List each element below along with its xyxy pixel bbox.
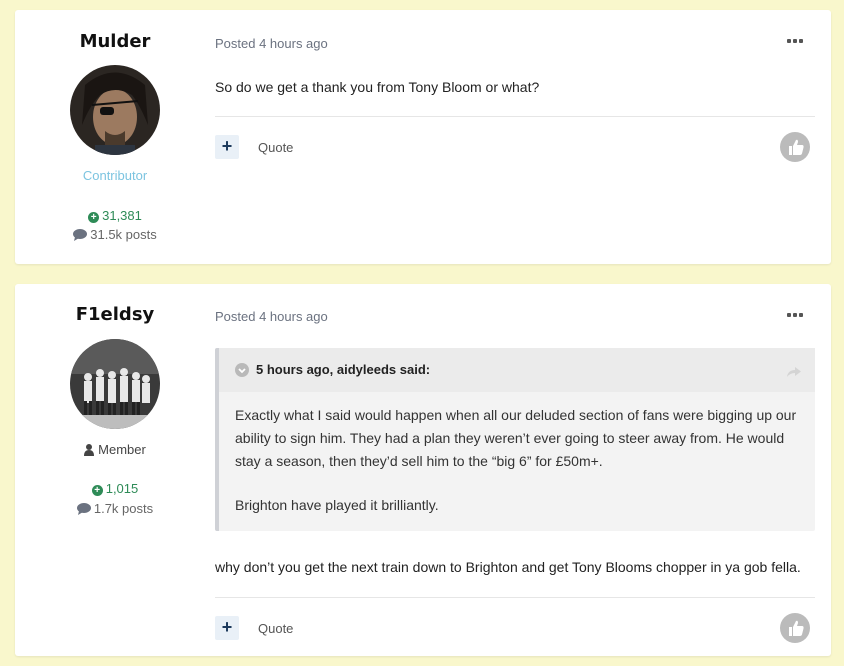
post-count-text: 1.7k posts: [93, 501, 154, 516]
post-body: So do we get a thank you from Tony Bloom…: [215, 79, 540, 95]
post-count: 31.5k posts: [15, 227, 215, 244]
reputation-count: 31,381: [102, 208, 142, 223]
avatar[interactable]: [70, 65, 160, 155]
speech-bubble-icon: [76, 503, 91, 518]
user-rank-label: Member: [98, 442, 146, 457]
speech-bubble-icon: [73, 229, 88, 244]
quote-header: 5 hours ago, aidyleeds said:: [219, 348, 815, 392]
forum-post: F1eldsy Member + 1,015 1.7k posts Posted…: [15, 284, 831, 656]
reputation-count: 1,015: [105, 481, 139, 496]
chevron-down-icon[interactable]: [235, 363, 249, 377]
ellipsis-icon[interactable]: [787, 39, 803, 45]
ellipsis-icon[interactable]: [787, 313, 803, 319]
avatar[interactable]: [70, 339, 160, 429]
share-arrow-icon[interactable]: [787, 364, 801, 382]
forum-post: Mulder Contributor +31,381 31.5k posts P…: [15, 10, 831, 264]
post-count-text: 31.5k posts: [90, 227, 157, 242]
plus-circle-icon: +: [88, 212, 100, 223]
person-icon: [84, 444, 95, 459]
post-count: 1.7k posts: [15, 501, 215, 518]
user-rank: Member: [15, 442, 215, 459]
user-rank: Contributor: [82, 168, 148, 183]
author-name[interactable]: F1eldsy: [15, 304, 215, 325]
quote-button[interactable]: Quote: [258, 140, 293, 155]
plus-circle-icon: +: [91, 485, 103, 496]
divider: [215, 116, 815, 117]
reputation-badge[interactable]: +31,381: [15, 208, 215, 223]
thumbs-up-icon[interactable]: [780, 613, 810, 643]
quote-block: 5 hours ago, aidyleeds said: Exactly wha…: [215, 348, 815, 531]
post-date[interactable]: Posted 4 hours ago: [215, 309, 328, 324]
quote-paragraph: Exactly what I said would happen when al…: [235, 407, 797, 469]
divider: [215, 597, 815, 598]
post-date[interactable]: Posted 4 hours ago: [215, 36, 328, 51]
plus-icon[interactable]: +: [215, 135, 239, 159]
quote-button[interactable]: Quote: [258, 621, 293, 636]
thumbs-up-icon[interactable]: [780, 132, 810, 162]
quote-body: Exactly what I said would happen when al…: [235, 404, 805, 517]
author-name[interactable]: Mulder: [15, 31, 215, 52]
post-body: why don’t you get the next train down to…: [215, 559, 801, 575]
plus-icon[interactable]: +: [215, 616, 239, 640]
quote-paragraph: Brighton have played it brilliantly.: [235, 497, 439, 513]
reputation-badge[interactable]: +1,015: [15, 481, 215, 496]
quote-citation[interactable]: 5 hours ago, aidyleeds said:: [256, 362, 430, 377]
